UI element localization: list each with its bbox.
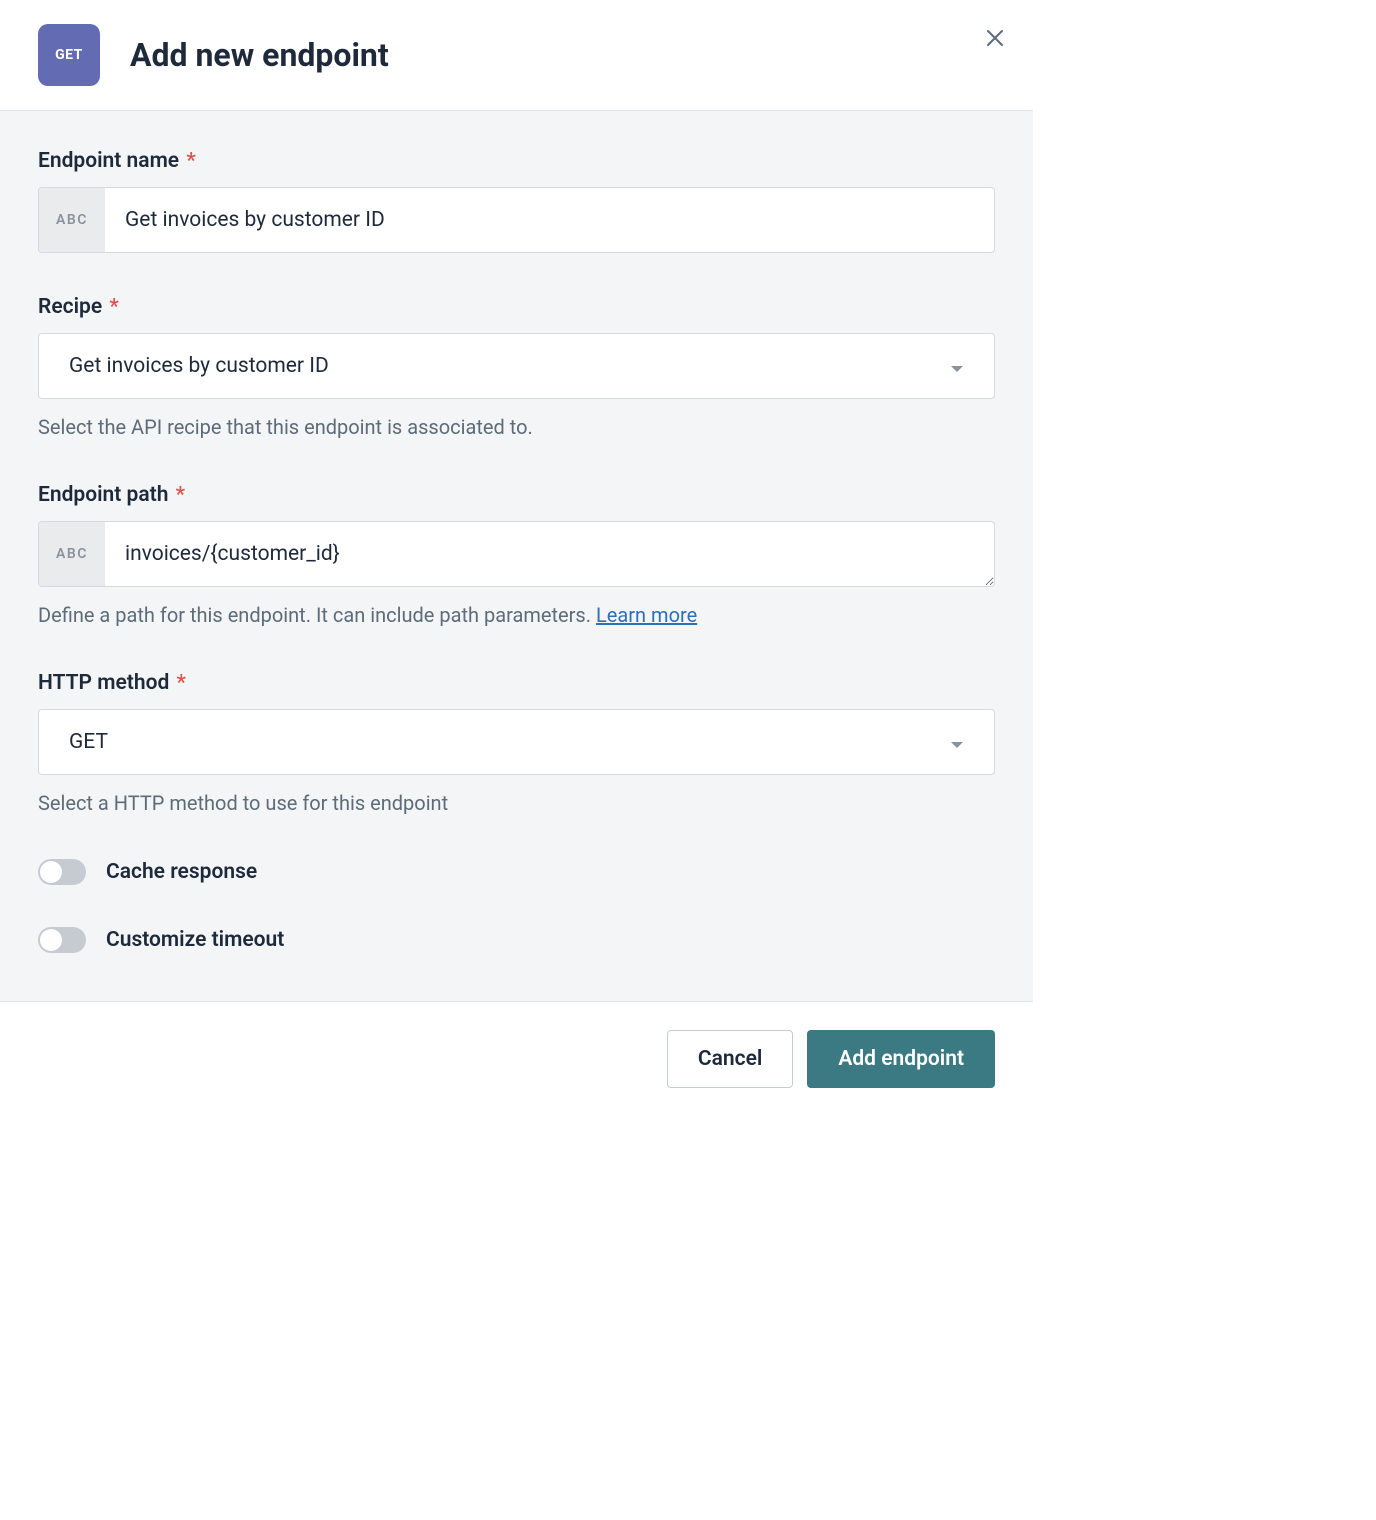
- help-text: Define a path for this endpoint. It can …: [38, 603, 596, 627]
- http-method-badge: GET: [38, 24, 100, 86]
- modal-footer: Cancel Add endpoint: [0, 1001, 1033, 1116]
- modal-title: Add new endpoint: [130, 36, 389, 74]
- field-http-method: HTTP method * GET Select a HTTP method t…: [38, 671, 995, 817]
- abc-icon: ABC: [39, 522, 105, 586]
- label-text: Endpoint name: [38, 149, 179, 173]
- recipe-label: Recipe *: [38, 295, 995, 319]
- http-method-select[interactable]: GET: [38, 709, 995, 775]
- cancel-button[interactable]: Cancel: [667, 1030, 793, 1088]
- add-endpoint-modal: GET Add new endpoint Endpoint name * ABC…: [0, 0, 1033, 1116]
- modal-body: Endpoint name * ABC Recipe * Get invoice…: [0, 111, 1033, 1001]
- endpoint-path-input-wrap: ABC: [38, 521, 995, 587]
- learn-more-link[interactable]: Learn more: [596, 603, 697, 627]
- recipe-select[interactable]: Get invoices by customer ID: [38, 333, 995, 399]
- endpoint-name-input-wrap: ABC: [38, 187, 995, 253]
- cache-response-label: Cache response: [106, 860, 257, 884]
- customize-timeout-label: Customize timeout: [106, 928, 284, 952]
- required-mark: *: [171, 671, 186, 695]
- customize-timeout-toggle[interactable]: [38, 927, 86, 953]
- http-method-label: HTTP method *: [38, 671, 995, 695]
- recipe-help: Select the API recipe that this endpoint…: [38, 413, 995, 441]
- endpoint-path-input[interactable]: [105, 522, 994, 586]
- add-endpoint-button[interactable]: Add endpoint: [807, 1030, 995, 1088]
- chevron-down-icon: [950, 354, 964, 378]
- field-endpoint-name: Endpoint name * ABC: [38, 149, 995, 253]
- http-method-value: GET: [69, 730, 950, 754]
- label-text: Recipe: [38, 295, 102, 319]
- customize-timeout-row: Customize timeout: [38, 927, 995, 953]
- endpoint-name-label: Endpoint name *: [38, 149, 995, 173]
- endpoint-name-input[interactable]: [105, 188, 994, 252]
- required-mark: *: [181, 149, 196, 173]
- endpoint-path-label: Endpoint path *: [38, 483, 995, 507]
- required-mark: *: [104, 295, 119, 319]
- field-endpoint-path: Endpoint path * ABC Define a path for th…: [38, 483, 995, 629]
- cache-response-row: Cache response: [38, 859, 995, 885]
- required-mark: *: [170, 483, 185, 507]
- label-text: Endpoint path: [38, 483, 168, 507]
- modal-header: GET Add new endpoint: [0, 0, 1033, 111]
- http-method-help: Select a HTTP method to use for this end…: [38, 789, 995, 817]
- close-icon: [985, 28, 1005, 48]
- cache-response-toggle[interactable]: [38, 859, 86, 885]
- endpoint-path-help: Define a path for this endpoint. It can …: [38, 601, 995, 629]
- abc-icon: ABC: [39, 188, 105, 252]
- chevron-down-icon: [950, 730, 964, 754]
- field-recipe: Recipe * Get invoices by customer ID Sel…: [38, 295, 995, 441]
- label-text: HTTP method: [38, 671, 169, 695]
- close-button[interactable]: [983, 26, 1007, 50]
- recipe-value: Get invoices by customer ID: [69, 354, 950, 378]
